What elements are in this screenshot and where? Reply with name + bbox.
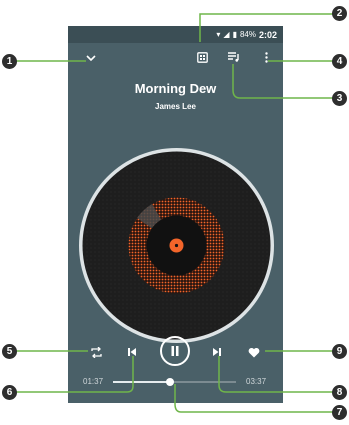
callout-3: 3 bbox=[332, 91, 347, 106]
callout-2: 2 bbox=[332, 6, 347, 21]
callout-6: 6 bbox=[2, 385, 17, 400]
callout-9: 9 bbox=[332, 344, 347, 359]
callout-8: 8 bbox=[332, 385, 347, 400]
callout-1: 1 bbox=[2, 54, 17, 69]
callout-4: 4 bbox=[332, 54, 347, 69]
callout-lines bbox=[16, 13, 333, 413]
callout-5: 5 bbox=[2, 344, 17, 359]
callout-7: 7 bbox=[332, 405, 347, 420]
